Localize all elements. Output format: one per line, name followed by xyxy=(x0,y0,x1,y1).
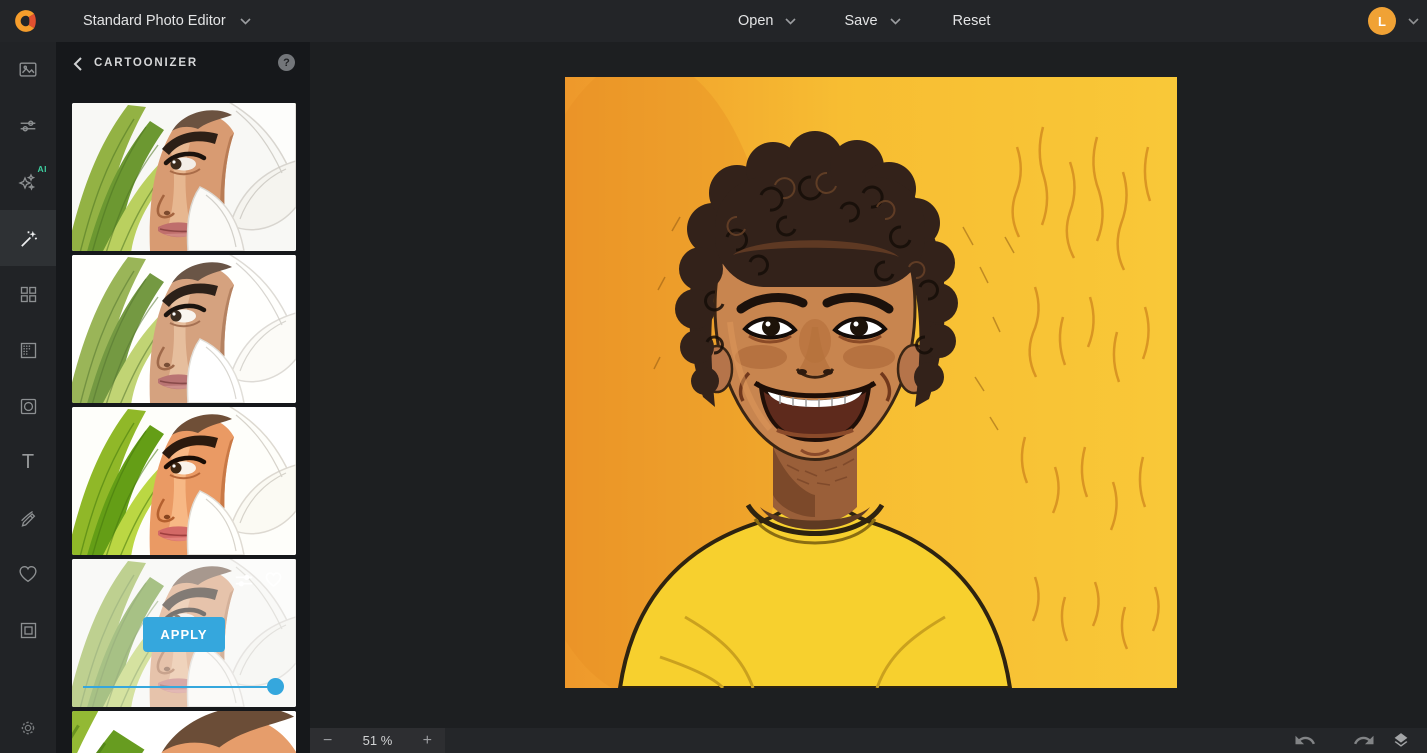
reset-button[interactable]: Reset xyxy=(953,13,991,29)
frame-icon xyxy=(18,620,39,641)
topbar-menus: Open Save Reset xyxy=(738,0,990,42)
sidebar-item-overlays[interactable] xyxy=(0,378,56,434)
style-preview-art xyxy=(72,255,296,403)
zoom-in-button[interactable]: + xyxy=(423,733,432,749)
brand-c-icon xyxy=(13,8,39,34)
sidebar-item-image[interactable] xyxy=(0,42,56,98)
zoom-controls: − 51 % + xyxy=(310,728,445,753)
style-preview-art xyxy=(72,711,296,753)
style-preview-art xyxy=(72,407,296,555)
cartoonizer-panel: CARTOONIZER ? APPLY xyxy=(56,42,310,753)
topbar: Standard Photo Editor Open Save Reset L xyxy=(0,0,1427,42)
sidebar-item-filters[interactable] xyxy=(0,266,56,322)
user-avatar[interactable]: L xyxy=(1368,7,1396,35)
favorite-heart-icon[interactable] xyxy=(263,569,284,589)
chevron-down-icon xyxy=(785,18,796,25)
style-thumbnail-list: APPLY xyxy=(72,103,296,753)
bottom-bar: − 51 % + xyxy=(310,728,1427,753)
adjustments-icon xyxy=(17,115,39,137)
ai-sparkles-icon xyxy=(16,170,40,194)
sidebar-item-favorites[interactable] xyxy=(0,546,56,602)
sidebar-item-adjust[interactable] xyxy=(0,98,56,154)
back-chevron-icon[interactable] xyxy=(70,55,88,73)
apply-button[interactable]: APPLY xyxy=(143,617,225,652)
panel-header: CARTOONIZER ? xyxy=(56,42,310,86)
draw-pencil-icon xyxy=(17,507,39,529)
undo-icon[interactable] xyxy=(1293,731,1317,750)
avatar-initial: L xyxy=(1378,14,1386,29)
sidebar-item-ai-effects[interactable]: AI xyxy=(0,154,56,210)
style-thumbnail-3[interactable] xyxy=(72,407,296,555)
sidebar-item-text[interactable]: T xyxy=(0,434,56,490)
account-chevron-down-icon[interactable] xyxy=(1408,18,1419,25)
image-icon xyxy=(17,59,39,81)
sidebar-item-textures[interactable] xyxy=(0,322,56,378)
ai-badge: AI xyxy=(38,164,48,174)
canvas-image-cartoon-boy[interactable] xyxy=(565,77,1177,688)
help-glyph: ? xyxy=(283,57,290,69)
sidebar-item-draw[interactable] xyxy=(0,490,56,546)
tool-rail: AI T xyxy=(0,42,56,753)
style-strength-slider[interactable] xyxy=(83,686,282,688)
sidebar-item-settings[interactable] xyxy=(0,707,56,749)
reset-label: Reset xyxy=(953,13,991,29)
heart-icon xyxy=(17,563,39,585)
canvas-area[interactable] xyxy=(310,42,1427,728)
app-logo[interactable] xyxy=(13,8,39,34)
panel-title: CARTOONIZER xyxy=(94,57,198,69)
layers-icon[interactable] xyxy=(1389,731,1413,750)
open-menu[interactable]: Open xyxy=(738,13,796,29)
text-icon: T xyxy=(22,451,34,474)
zoom-out-button[interactable]: − xyxy=(323,733,332,749)
style-thumbnail-1[interactable] xyxy=(72,103,296,251)
style-thumbnail-2[interactable] xyxy=(72,255,296,403)
apps-grid-icon xyxy=(18,284,39,305)
style-preview-art xyxy=(72,103,296,251)
chevron-down-icon xyxy=(240,18,251,25)
open-label: Open xyxy=(738,13,773,29)
style-strength-handle[interactable] xyxy=(267,678,284,695)
chevron-down-icon xyxy=(890,18,901,25)
redo-icon[interactable] xyxy=(1352,731,1376,750)
magic-wand-icon xyxy=(17,227,40,250)
texture-icon xyxy=(18,340,39,361)
sidebar-item-frames[interactable] xyxy=(0,602,56,658)
style-thumbnail-5[interactable] xyxy=(72,711,296,753)
save-label: Save xyxy=(844,13,877,29)
style-settings-icon[interactable] xyxy=(234,572,254,590)
editor-mode-switcher[interactable]: Standard Photo Editor xyxy=(83,0,251,42)
settings-gear-icon xyxy=(18,718,38,738)
sidebar-item-effects-active[interactable] xyxy=(0,210,56,266)
zoom-level: 51 % xyxy=(363,733,393,748)
overlay-icon xyxy=(18,396,39,417)
style-thumbnail-4-selected[interactable]: APPLY xyxy=(72,559,296,707)
editor-title: Standard Photo Editor xyxy=(83,13,226,29)
save-menu[interactable]: Save xyxy=(844,13,900,29)
help-icon[interactable]: ? xyxy=(278,54,295,71)
